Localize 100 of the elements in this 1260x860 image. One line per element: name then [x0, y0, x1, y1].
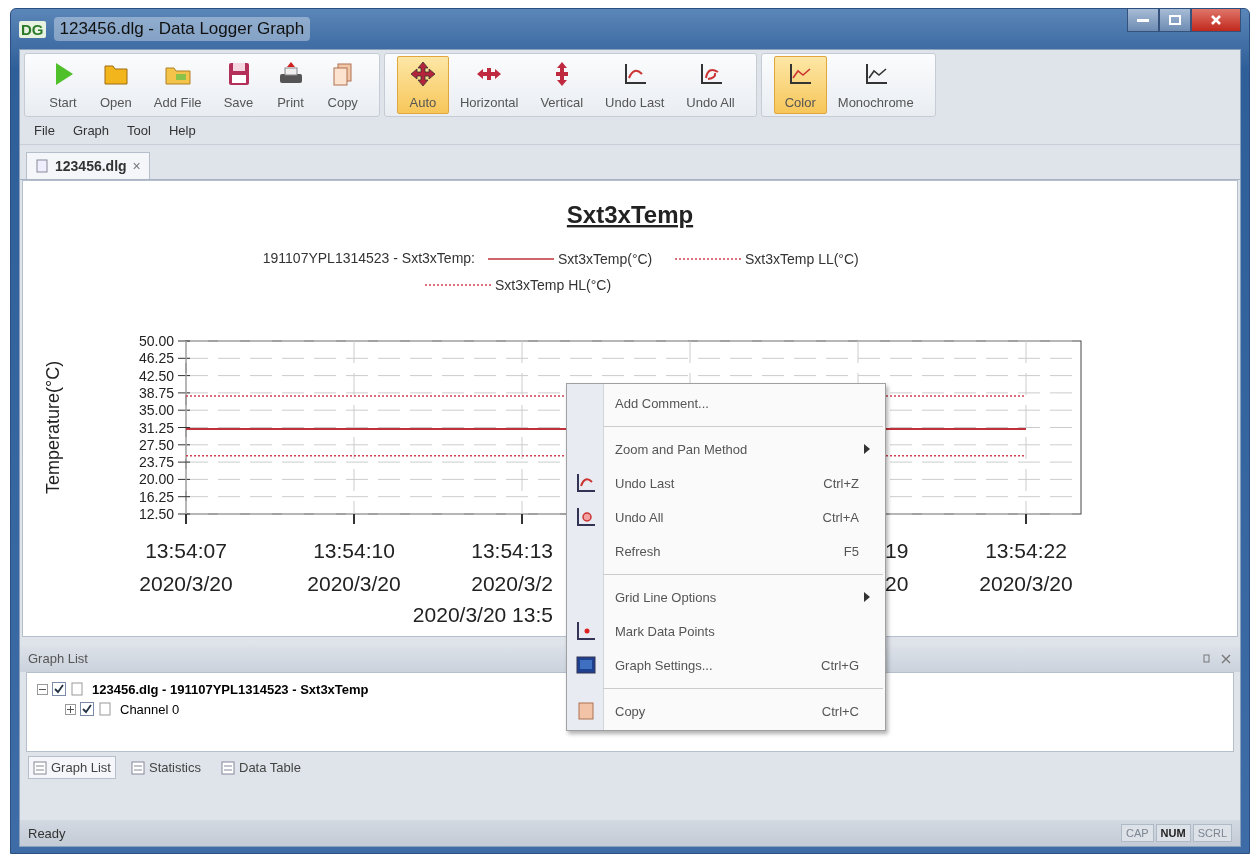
submenu-arrow-icon — [863, 444, 871, 454]
key-indicator: NUM — [1155, 824, 1191, 842]
document-tab[interactable]: 123456.dlg × — [26, 152, 150, 179]
menu-item[interactable]: Copy Ctrl+C — [569, 694, 883, 728]
graph-window-icon — [575, 654, 597, 676]
collapse-toggle[interactable] — [37, 683, 48, 695]
app-logo: DG — [19, 20, 46, 38]
x-tick-label: 13:54:13 — [471, 539, 553, 562]
panel-tab[interactable]: Graph List — [28, 756, 116, 779]
y-tick-label: 31.25 — [138, 419, 174, 436]
menu-item[interactable]: Refresh F5 — [569, 534, 883, 568]
shortcut-label: F5 — [843, 543, 860, 559]
pin-close-icon — [1202, 652, 1232, 665]
y-tick-label: 23.75 — [138, 454, 174, 471]
list-icon — [33, 760, 47, 775]
tree-item-label[interactable]: 123456.dlg - 191107YPL1314523 - Sxt3xTemp — [92, 681, 369, 697]
toolbar-button[interactable]: Monochrome — [826, 56, 925, 114]
checkbox[interactable] — [80, 702, 94, 716]
chart-point-icon — [577, 621, 596, 640]
menu-item[interactable]: Grid Line Options — [569, 580, 883, 614]
x-tick-date: 20 — [885, 572, 909, 595]
y-tick-label: 12.50 — [138, 506, 174, 522]
y-tick-label: 38.75 — [138, 384, 174, 401]
undo-chart-icon — [577, 473, 596, 492]
tree-item-label[interactable]: Channel 0 — [120, 701, 180, 717]
minimize-button[interactable] — [1127, 9, 1159, 32]
legend-label: Sxt3xTemp HL(°C) — [495, 277, 612, 293]
line-chart-icon — [790, 63, 813, 84]
submenu-arrow-icon — [863, 592, 871, 602]
x-axis-label: 2020/3/20 13:5 — [412, 603, 553, 626]
toolbar-button[interactable]: Undo Last — [594, 56, 676, 114]
shortcut-label: Ctrl+G — [821, 657, 860, 673]
legend-label: Sxt3xTemp LL(°C) — [745, 251, 859, 267]
menu-item[interactable]: Tool — [127, 123, 151, 138]
toolbar-button[interactable]: Start — [37, 56, 89, 114]
legend-label: Sxt3xTemp(°C) — [558, 251, 653, 267]
x-tick-date: 2020/3/20 — [979, 572, 1073, 595]
file-icon — [70, 682, 84, 696]
tab-close-button[interactable]: × — [132, 158, 141, 174]
shortcut-label: Ctrl+Z — [823, 475, 860, 491]
y-tick-label: 42.50 — [138, 367, 174, 384]
x-tick-label: 13:54:07 — [145, 539, 227, 562]
file-icon — [35, 159, 49, 173]
undo-chart-icon — [624, 63, 647, 84]
y-tick-label: 27.50 — [138, 436, 174, 453]
maximize-icon — [1169, 15, 1181, 25]
minimize-icon — [1137, 17, 1149, 23]
key-indicator: CAP — [1120, 824, 1154, 842]
x-tick-date: 2020/3/20 — [139, 572, 233, 595]
x-tick-date: 2020/3/20 — [307, 572, 401, 595]
y-tick-label: 20.00 — [138, 471, 174, 488]
shortcut-label: Ctrl+C — [821, 703, 860, 719]
y-tick-label: 50.00 — [138, 333, 174, 349]
menu-item[interactable]: Undo All Ctrl+A — [569, 500, 883, 534]
window-title: 123456.dlg - Data Logger Graph — [53, 17, 311, 41]
toolbar-button[interactable]: Horizontal — [448, 56, 530, 114]
x-tick-date: 2020/3/2 — [471, 572, 553, 595]
menu-item[interactable]: Graph — [72, 123, 110, 138]
y-axis-label: Temperature(°C) — [43, 360, 63, 495]
y-tick-label: 46.25 — [138, 350, 174, 367]
list-icon — [131, 760, 145, 775]
y-tick-label: 16.25 — [138, 488, 174, 505]
status-text: Ready — [28, 825, 66, 841]
toolbar-button[interactable]: Copy — [316, 56, 369, 114]
toolbar-button[interactable]: Open — [89, 56, 143, 114]
toolbar-button[interactable]: Auto — [396, 56, 449, 114]
menu-item[interactable]: Undo Last Ctrl+Z — [569, 466, 883, 500]
expand-toggle[interactable] — [65, 703, 76, 715]
x-tick-label: 13:54:10 — [313, 539, 395, 562]
close-icon — [1210, 14, 1222, 26]
menu-item[interactable]: Help — [168, 123, 196, 138]
panel-title: Graph List — [28, 651, 88, 666]
checkbox[interactable] — [52, 682, 66, 696]
toolbar-button[interactable]: Color — [773, 56, 827, 114]
key-indicator: SCRL — [1192, 824, 1232, 842]
chart-title: Sxt3xTemp — [566, 201, 694, 228]
x-tick-label: 13:54:22 — [985, 539, 1067, 562]
toolbar-button[interactable]: Print — [264, 56, 317, 114]
shortcut-label: Ctrl+A — [822, 509, 860, 525]
panel-tab[interactable]: Data Table — [216, 756, 306, 779]
close-button[interactable] — [1191, 9, 1241, 32]
x-tick-label: 19 — [885, 539, 909, 562]
y-tick-label: 35.00 — [138, 402, 174, 419]
list-icon — [221, 760, 235, 775]
file-icon — [98, 702, 112, 716]
toolbar-button[interactable]: Save — [212, 56, 265, 114]
menu-item[interactable]: Graph Settings... Ctrl+G — [569, 648, 883, 682]
toolbar-button[interactable]: Undo All — [675, 56, 746, 114]
line-chart-icon — [865, 63, 888, 84]
menu-item[interactable]: Mark Data Points — [569, 614, 883, 648]
legend-label: 191107YPL1314523 - Sxt3xTemp: — [262, 250, 475, 266]
toolbar-button[interactable]: Add File — [142, 56, 213, 114]
menu-item[interactable]: Zoom and Pan Method — [569, 432, 883, 466]
menu-item[interactable]: File — [34, 123, 55, 138]
undo-chart-icon — [577, 507, 596, 526]
maximize-button[interactable] — [1159, 9, 1191, 32]
undo-chart-icon — [700, 63, 723, 84]
panel-tab[interactable]: Statistics — [126, 756, 206, 779]
toolbar-button[interactable]: Vertical — [529, 56, 595, 114]
menu-item[interactable]: Add Comment... — [569, 386, 883, 420]
